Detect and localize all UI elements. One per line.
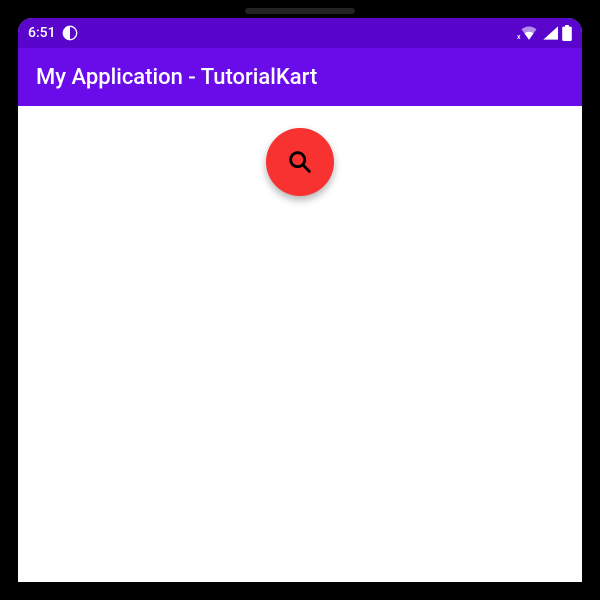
status-left: 6:51 bbox=[28, 25, 84, 41]
app-bar: My Application - TutorialKart bbox=[18, 48, 582, 106]
search-icon bbox=[286, 148, 314, 176]
info-icon bbox=[62, 25, 78, 41]
app-title: My Application - TutorialKart bbox=[36, 65, 317, 90]
wifi-icon: x bbox=[520, 26, 538, 40]
device-speaker bbox=[245, 8, 355, 14]
device-frame: 6:51 bbox=[0, 0, 600, 600]
battery-icon bbox=[562, 25, 572, 41]
status-time: 6:51 bbox=[28, 25, 56, 41]
status-right: x bbox=[520, 25, 572, 41]
content-area bbox=[18, 106, 582, 582]
status-bar: 6:51 bbox=[18, 18, 582, 48]
search-fab[interactable] bbox=[266, 128, 334, 196]
signal-icon bbox=[542, 26, 558, 40]
screen: 6:51 bbox=[18, 18, 582, 582]
wifi-x-badge: x bbox=[516, 34, 522, 41]
